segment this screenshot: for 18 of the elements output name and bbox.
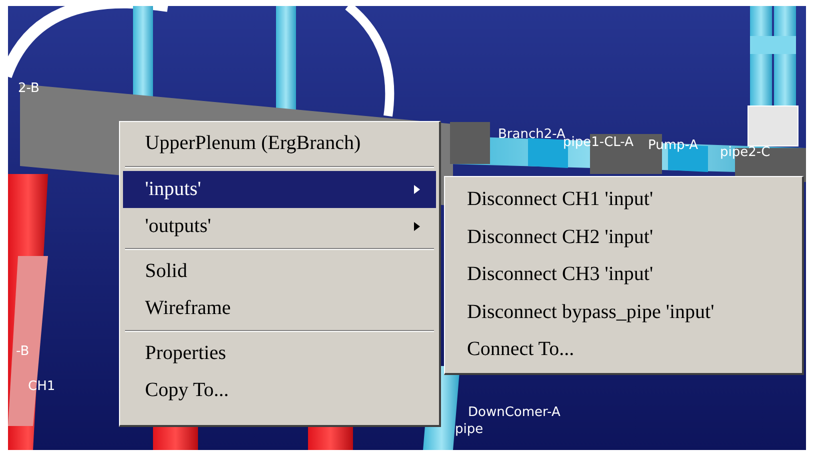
menu-item[interactable]: Connect To... — [445, 331, 802, 368]
menu-item[interactable]: Solid — [123, 253, 436, 290]
node-label: Branch2-A — [498, 127, 566, 142]
menu-item[interactable]: Disconnect CH3 'input' — [445, 256, 802, 294]
submenu-arrow-icon — [414, 185, 420, 194]
node-label: pipe — [455, 422, 484, 437]
menu-item[interactable]: Copy To... — [123, 372, 436, 409]
node-label: -B — [16, 344, 30, 359]
menu-title: UpperPlenum (ErgBranch) — [144, 131, 362, 156]
menu-item[interactable]: 'inputs' — [123, 171, 436, 208]
submenu-arrow-icon — [414, 222, 420, 231]
menu-item[interactable]: 'outputs' — [123, 208, 436, 245]
menu-item[interactable]: Disconnect bypass_pipe 'input' — [445, 294, 802, 331]
node-label: DownComer-A — [468, 405, 560, 420]
menu-item[interactable]: Properties — [123, 335, 436, 372]
menu-item[interactable]: Disconnect CH2 'input' — [445, 218, 802, 256]
menu-item[interactable]: Wireframe — [123, 290, 436, 327]
menu-item[interactable]: Disconnect CH1 'input' — [445, 181, 802, 218]
